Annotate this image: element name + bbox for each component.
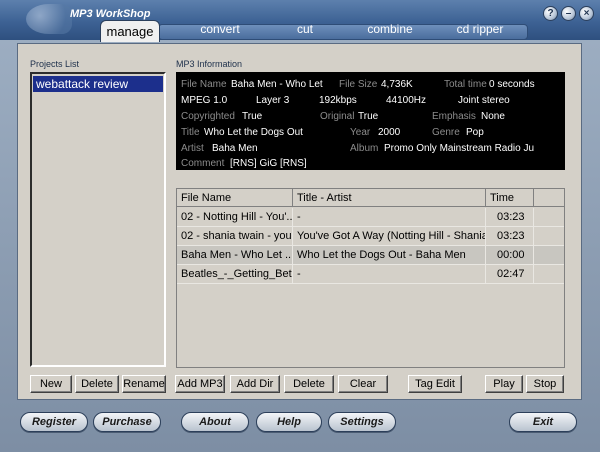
table-row[interactable]: 02 - Notting Hill - You'... - 03:23 [177,208,564,227]
purchase-button[interactable]: Purchase [93,412,161,432]
table-header: File Name Title - Artist Time [177,189,564,207]
new-project-button[interactable]: New [30,375,72,393]
table-row[interactable]: 02 - shania twain - you... You've Got A … [177,227,564,246]
total-time-label: Total time [444,79,487,90]
year-value: 2000 [378,127,401,138]
mp3-information-panel: File Name Baha Men - Who Let File Size 4… [176,72,565,170]
minimize-window-button[interactable]: – [561,6,576,21]
cell-file-name: 02 - Notting Hill - You'... [177,208,293,227]
bitrate-value: 192kbps [319,95,357,106]
help-window-button[interactable]: ? [543,6,558,21]
file-size-label: File Size [339,79,378,90]
manage-panel: Projects List webattack review MP3 Infor… [17,43,582,400]
artist-label: Artist [181,143,204,154]
channel-mode-value: Joint stereo [458,95,510,106]
table-row-selected[interactable]: Baha Men - Who Let ... Who Let the Dogs … [177,246,564,265]
file-size-value: 4,736K [381,79,413,90]
tab-manage[interactable]: manage [100,20,160,42]
projects-list-label: Projects List [30,59,80,69]
cell-time: 00:00 [486,246,534,265]
app-logo-icon [26,4,72,34]
samplerate-value: 44100Hz [386,95,427,106]
about-button[interactable]: About [181,412,249,432]
tab-combine[interactable]: combine [360,22,420,39]
year-label: Year [350,127,371,138]
album-value: Promo Only Mainstream Radio Ju [384,143,535,154]
rename-project-button[interactable]: Rename [122,375,166,393]
artist-value: Baha Men [212,143,258,154]
title-bar[interactable]: MP3 WorkShop ? – × manage convert cut co… [0,0,600,42]
emphasis-value: None [481,111,505,122]
total-time-value: 0 seconds [489,79,535,90]
genre-label: Genre [432,127,460,138]
comment-label: Comment [181,158,225,169]
tab-convert[interactable]: convert [190,22,250,39]
column-time[interactable]: Time [486,189,534,207]
cell-file-name: 02 - shania twain - you... [177,227,293,246]
layer-value: Layer 3 [256,95,290,106]
title-label: Title [181,127,200,138]
column-extra [534,189,564,207]
add-dir-button[interactable]: Add Dir [230,375,280,393]
project-item[interactable]: webattack review [33,76,163,92]
clear-button[interactable]: Clear [338,375,388,393]
title-value: Who Let the Dogs Out [204,127,303,138]
cell-time: 03:23 [486,208,534,227]
cell-time: 02:47 [486,265,534,284]
close-window-button[interactable]: × [579,6,594,21]
cell-title-artist: - [293,208,486,227]
genre-value: Pop [466,127,484,138]
original-label: Original [320,111,355,122]
album-label: Album [350,143,379,154]
emphasis-label: Emphasis [432,111,476,122]
delete-project-button[interactable]: Delete [75,375,119,393]
app-title: MP3 WorkShop [70,8,151,20]
cell-title-artist: Who Let the Dogs Out - Baha Men [293,246,486,265]
cell-title-artist: You've Got A Way (Notting Hill - Shania.… [293,227,486,246]
file-name-value: Baha Men - Who Let [231,79,323,90]
file-table[interactable]: File Name Title - Artist Time 02 - Notti… [176,188,565,368]
tag-edit-button[interactable]: Tag Edit [408,375,462,393]
add-mp3-button[interactable]: Add MP3 [175,375,225,393]
tab-cut[interactable]: cut [280,22,330,39]
play-button[interactable]: Play [485,375,523,393]
register-button[interactable]: Register [20,412,88,432]
app-window: MP3 WorkShop ? – × manage convert cut co… [0,0,600,452]
tab-bar: manage convert cut combine cd ripper [100,20,530,42]
cell-title-artist: - [293,265,486,284]
tab-cd-ripper[interactable]: cd ripper [445,22,515,39]
mpeg-version: MPEG 1.0 [181,95,228,106]
table-row[interactable]: Beatles_-_Getting_Bet... - 02:47 [177,265,564,284]
exit-button[interactable]: Exit [509,412,577,432]
settings-button[interactable]: Settings [328,412,396,432]
projects-list[interactable]: webattack review [30,72,166,367]
stop-button[interactable]: Stop [526,375,564,393]
cell-file-name: Beatles_-_Getting_Bet... [177,265,293,284]
copyrighted-label: Copyrighted [181,111,235,122]
file-name-label: File Name [181,79,227,90]
original-value: True [358,111,379,122]
column-title-artist[interactable]: Title - Artist [293,189,486,207]
copyrighted-value: True [242,111,263,122]
delete-file-button[interactable]: Delete [284,375,334,393]
cell-time: 03:23 [486,227,534,246]
mp3-information-label: MP3 Information [176,59,243,69]
column-file-name[interactable]: File Name [177,189,293,207]
help-button[interactable]: Help [256,412,322,432]
comment-value: [RNS] GiG [RNS] [230,158,307,169]
cell-file-name: Baha Men - Who Let ... [177,246,293,265]
